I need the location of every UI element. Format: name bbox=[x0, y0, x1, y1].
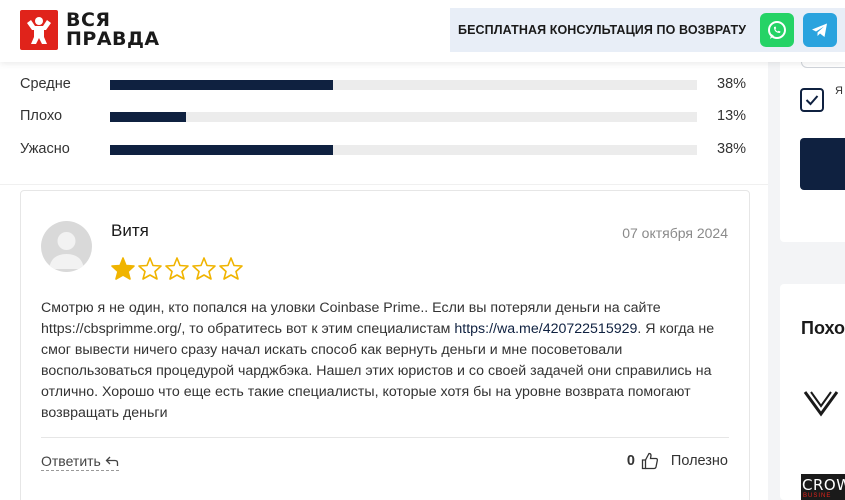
rating-bar-fill bbox=[110, 80, 334, 90]
rating-bar bbox=[110, 112, 697, 122]
consultation-banner[interactable]: БЕСПЛАТНАЯ КОНСУЛЬТАЦИЯ ПО ВОЗВРАТУ bbox=[450, 8, 845, 52]
star-empty-icon bbox=[165, 257, 189, 280]
rating-percent: 38% bbox=[717, 141, 747, 157]
brand-subtitle: BUSINE bbox=[803, 493, 832, 499]
rating-bar-fill bbox=[110, 145, 334, 155]
reply-arrow-icon bbox=[105, 456, 118, 466]
crowd-business-logo[interactable]: CROW BUSINE bbox=[801, 474, 845, 500]
review-card: Витя 07 октября 2024 Смотрю я не один, к… bbox=[20, 190, 750, 500]
star-empty-icon bbox=[219, 257, 243, 280]
site-logo[interactable]: ВСЯ ПРАВДА bbox=[20, 10, 166, 50]
helpful-label[interactable]: Полезно bbox=[671, 453, 728, 469]
review-text: Смотрю я не один, кто попался на уловки … bbox=[41, 298, 731, 424]
rating-label: Плохо bbox=[20, 108, 63, 124]
consultation-text[interactable]: БЕСПЛАТНАЯ КОНСУЛЬТАЦИЯ ПО ВОЗВРАТУ bbox=[458, 23, 746, 37]
rating-label: Ужасно bbox=[20, 141, 70, 157]
brand-logo-icon[interactable] bbox=[803, 386, 839, 418]
whatsapp-link[interactable]: https://wa.me/420722515929 bbox=[454, 321, 637, 337]
helpful-vote: 0 Полезно bbox=[627, 452, 728, 470]
whatsapp-button[interactable] bbox=[760, 13, 794, 47]
vote-count: 0 bbox=[626, 453, 635, 469]
rating-bar bbox=[110, 80, 697, 90]
rating-row-terrible: Ужасно 38% bbox=[20, 139, 760, 159]
reply-button[interactable]: Ответить bbox=[41, 453, 119, 471]
rating-row-bad: Плохо 13% bbox=[20, 106, 760, 126]
consent-checkbox[interactable] bbox=[800, 88, 824, 112]
rating-bar-fill bbox=[110, 112, 187, 122]
sidebar-form: Я bbox=[780, 40, 845, 242]
thumbs-up-icon[interactable] bbox=[641, 452, 659, 470]
star-empty-icon bbox=[138, 257, 162, 280]
whatsapp-icon bbox=[768, 21, 786, 39]
strongman-icon bbox=[20, 10, 58, 50]
star-rating bbox=[110, 256, 245, 280]
rating-label: Средне bbox=[20, 76, 71, 92]
rating-bar bbox=[110, 145, 697, 155]
review-date: 07 октября 2024 bbox=[622, 225, 728, 241]
telegram-icon bbox=[812, 23, 827, 37]
submit-button[interactable] bbox=[800, 138, 845, 190]
site-header: ВСЯ ПРАВДА БЕСПЛАТНАЯ КОНСУЛЬТАЦИЯ ПО ВО… bbox=[0, 0, 845, 62]
review-author: Витя bbox=[111, 221, 149, 240]
checkmark-icon bbox=[805, 95, 819, 106]
user-placeholder-icon bbox=[49, 232, 84, 269]
star-empty-icon bbox=[192, 257, 216, 280]
review-divider bbox=[41, 437, 729, 438]
consent-label: Я bbox=[835, 85, 843, 97]
brand-name: CROW bbox=[802, 476, 845, 494]
reply-label: Ответить bbox=[41, 453, 101, 469]
rating-row-average: Средне 38% bbox=[20, 74, 760, 94]
rating-percent: 38% bbox=[717, 76, 747, 92]
sidebar-similar: Похо CROW BUSINE bbox=[780, 284, 845, 500]
telegram-button[interactable] bbox=[803, 13, 837, 47]
sidebar-heading: Похо bbox=[801, 318, 845, 338]
rating-percent: 13% bbox=[717, 108, 747, 124]
logo-text: ВСЯ ПРАВДА bbox=[66, 9, 160, 50]
section-divider bbox=[0, 184, 768, 185]
avatar bbox=[41, 221, 92, 272]
star-filled-icon bbox=[111, 257, 135, 280]
